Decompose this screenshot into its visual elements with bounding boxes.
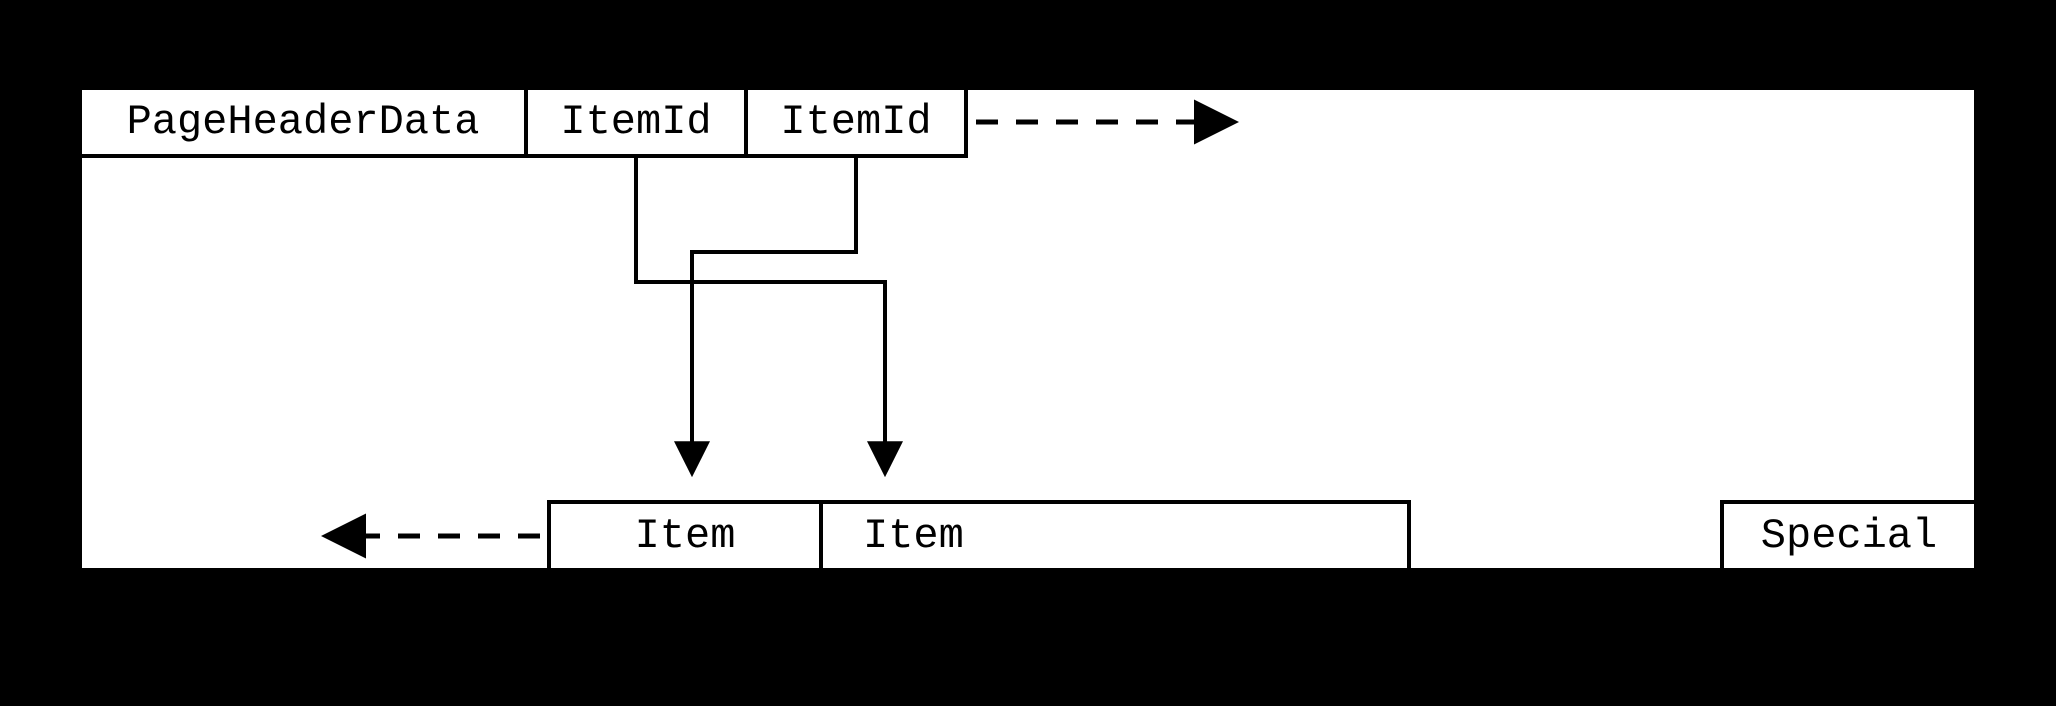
special-cell: Special [1720, 500, 1978, 572]
item-id-1-label: ItemId [560, 98, 711, 146]
special-label: Special [1761, 512, 1937, 560]
page-layout-diagram: PageHeaderData ItemId ItemId Item Item S… [0, 0, 2056, 706]
item-2-label: Item [863, 512, 964, 560]
page-header-data-cell: PageHeaderData [78, 86, 528, 158]
page-header-data-label: PageHeaderData [127, 98, 480, 146]
item-id-2-label: ItemId [780, 98, 931, 146]
item-id-cell-1: ItemId [524, 86, 748, 158]
item-id-cell-2: ItemId [744, 86, 968, 158]
item-cell-1: Item [547, 500, 823, 572]
item-cell-2: Item [819, 500, 1411, 572]
item-1-label: Item [635, 512, 736, 560]
